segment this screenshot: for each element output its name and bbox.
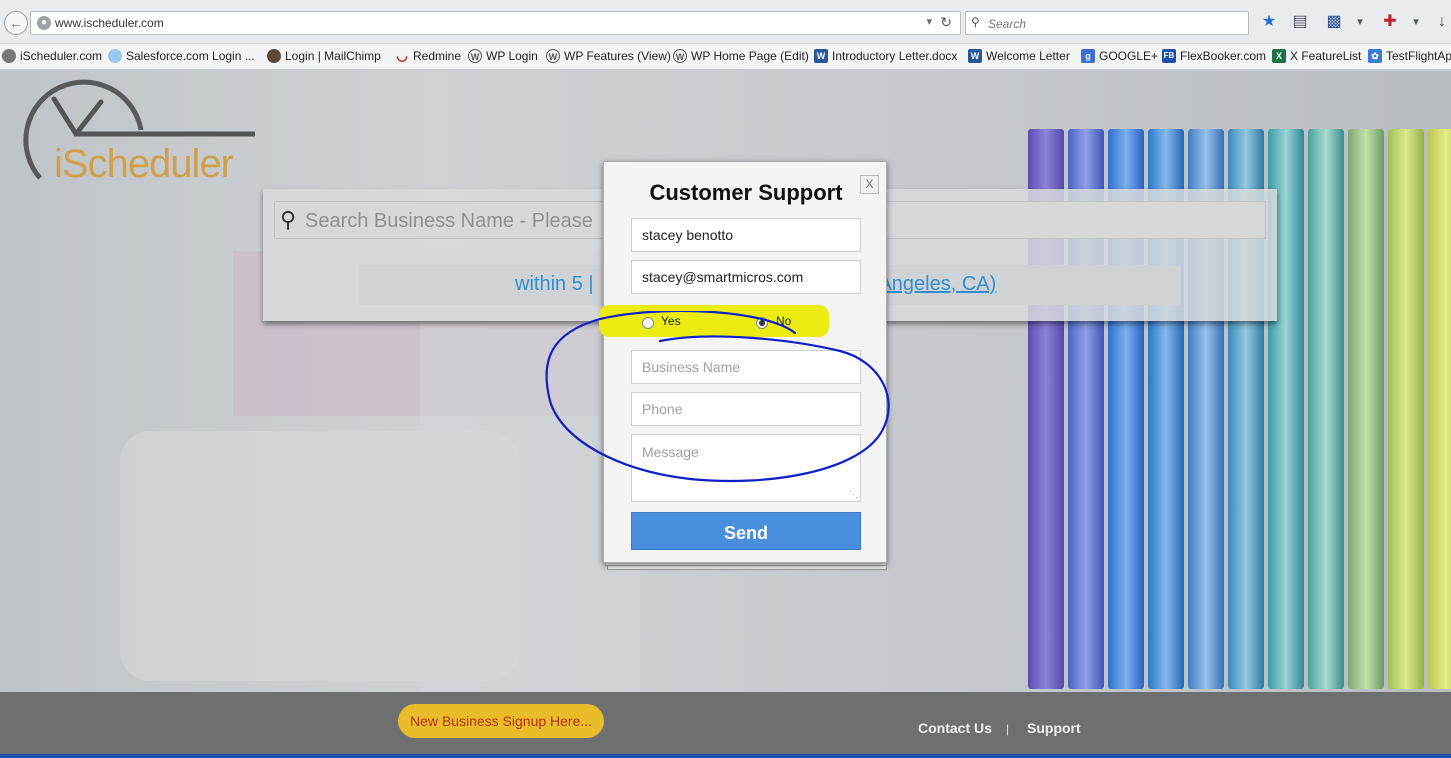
bookmark-label: Salesforce.com Login ... — [126, 49, 255, 63]
page-footer: New Business Signup Here... Contact Us |… — [0, 692, 1451, 754]
close-button[interactable]: X — [860, 175, 879, 194]
excel-icon: X — [1272, 49, 1286, 63]
bookmark-label: GOOGLE+ — [1099, 49, 1159, 63]
back-arrow-icon: ← — [9, 15, 23, 31]
modal-title: Customer Support — [649, 180, 843, 205]
bookmark-label: WP Home Page (Edit) — [691, 49, 809, 63]
customer-support-modal: Customer Support X stacey benotto stacey… — [599, 161, 887, 563]
bookmark-item[interactable]: FB FlexBooker.com — [1162, 49, 1266, 63]
business-search-placeholder: Search Business Name - Please — [305, 210, 593, 232]
bookmark-item[interactable]: ✿ TestFlightAp — [1368, 49, 1451, 63]
bookmark-item[interactable]: iScheduler.com — [2, 49, 102, 63]
radius-select[interactable]: within 5 | — [515, 273, 594, 296]
support-link[interactable]: Support — [1027, 720, 1081, 736]
testflight-icon: ✿ — [1368, 49, 1382, 63]
globe-icon: ● — [37, 16, 51, 30]
back-button[interactable]: ← — [4, 11, 28, 35]
bookmark-label: TestFlightAp — [1386, 49, 1451, 63]
bottom-accent-strip — [0, 754, 1451, 758]
bookmark-label: WP Login — [486, 49, 538, 63]
radio-no-label: No — [776, 314, 792, 328]
clock-icon — [2, 49, 16, 63]
send-button[interactable]: Send — [631, 512, 861, 550]
bookmark-star-icon[interactable]: ★ — [1260, 12, 1278, 32]
bookmark-item[interactable]: W WP Login — [468, 49, 538, 63]
word-icon: W — [814, 49, 828, 63]
radio-yes-label: Yes — [661, 314, 681, 328]
bookmark-label: Redmine — [413, 49, 462, 63]
phone-field[interactable]: Phone — [631, 392, 861, 426]
yellow-highlight-annotation — [599, 305, 829, 337]
url-text[interactable]: www.ischeduler.com — [55, 16, 164, 30]
bookmark-label: Login | MailChimp — [285, 49, 381, 63]
bookmark-item[interactable]: W WP Home Page (Edit) — [673, 49, 809, 63]
search-icon: ⚲ — [280, 207, 297, 232]
bookmarks-bar: iScheduler.com Salesforce.com Login ... … — [0, 44, 1451, 70]
google-icon: g — [1081, 49, 1095, 63]
redmine-icon: ◡ — [396, 48, 408, 63]
chevron-down-icon[interactable]: ▾ — [1407, 12, 1425, 32]
bookmark-item[interactable]: ◡ Redmine — [395, 48, 462, 64]
bookmark-label: iScheduler.com — [20, 49, 103, 63]
search-icon: ⚲ — [971, 15, 980, 29]
business-name-field[interactable]: Business Name — [631, 350, 861, 384]
bookmark-item[interactable]: g GOOGLE+ — [1081, 49, 1158, 63]
cloud-icon — [108, 49, 122, 63]
reload-icon[interactable]: ↻ — [940, 14, 952, 31]
chimp-icon — [267, 49, 281, 63]
bookmark-item[interactable]: W Welcome Letter — [968, 49, 1070, 63]
word-icon: W — [968, 49, 982, 63]
logo-text: iScheduler — [54, 142, 234, 186]
bookmark-item[interactable]: X X FeatureList — [1272, 49, 1361, 63]
download-icon[interactable]: ↓ — [1433, 12, 1451, 32]
new-business-signup-button[interactable]: New Business Signup Here... — [398, 704, 604, 738]
wordpress-icon: W — [673, 49, 687, 63]
browser-toolbar: ← ● www.ischeduler.com ▾ ↻ ⚲ Search ★ ▤ … — [0, 0, 1451, 44]
address-bar[interactable]: ● www.ischeduler.com ▾ ↻ — [30, 11, 961, 35]
ischeduler-logo[interactable]: iScheduler — [18, 74, 263, 189]
chevron-down-icon[interactable]: ▾ — [1351, 12, 1369, 32]
browser-search-input[interactable]: ⚲ Search — [965, 11, 1249, 35]
radio-no[interactable] — [756, 317, 768, 329]
bookmark-label: X FeatureList — [1290, 49, 1362, 63]
radio-yes[interactable] — [642, 317, 654, 329]
email-field[interactable]: stacey@smartmicros.com — [631, 260, 861, 294]
url-history-dropdown-icon[interactable]: ▾ — [926, 15, 932, 28]
flexbooker-icon: FB — [1162, 49, 1176, 63]
page-content: iScheduler ⚲ Search Business Name - Plea… — [0, 71, 1451, 758]
bookmark-item[interactable]: Salesforce.com Login ... — [108, 49, 255, 63]
contact-us-link[interactable]: Contact Us — [918, 720, 992, 736]
bookmark-label: FlexBooker.com — [1180, 49, 1267, 63]
bookmark-item[interactable]: W WP Features (View) — [546, 49, 671, 63]
name-field[interactable]: stacey benotto — [631, 218, 861, 252]
resize-grip-icon[interactable]: ⋱ — [849, 490, 858, 499]
message-placeholder: Message — [642, 444, 699, 460]
bookmark-label: Introductory Letter.docx — [832, 49, 958, 63]
addon-cross-icon[interactable]: ✚ — [1381, 12, 1399, 32]
bookmark-label: Welcome Letter — [986, 49, 1070, 63]
save-page-icon[interactable]: ▩ — [1325, 12, 1343, 32]
wordpress-icon: W — [546, 49, 560, 63]
message-textarea[interactable]: Message ⋱ — [631, 434, 861, 502]
bookmark-item[interactable]: W Introductory Letter.docx — [814, 49, 957, 63]
footer-separator: | — [1006, 722, 1010, 736]
browser-search-placeholder: Search — [988, 17, 1027, 31]
bookmark-item[interactable]: Login | MailChimp — [267, 49, 381, 63]
wordpress-icon: W — [468, 49, 482, 63]
bookmark-label: WP Features (View) — [564, 49, 671, 63]
reading-list-icon[interactable]: ▤ — [1291, 12, 1309, 32]
